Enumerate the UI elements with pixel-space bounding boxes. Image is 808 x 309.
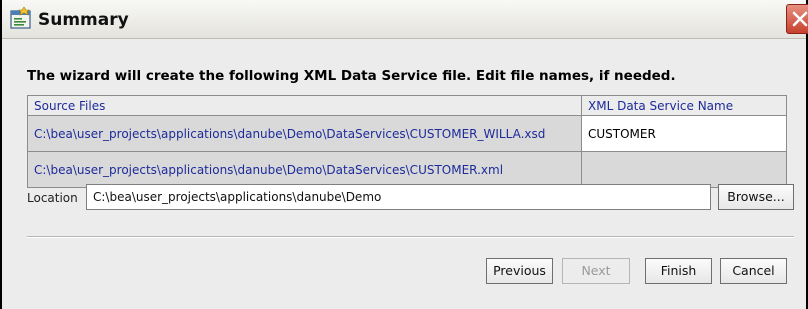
summary-dialog: Summary The wizard will create the follo… <box>0 0 808 309</box>
location-label: Location <box>27 191 78 205</box>
next-button: Next <box>562 258 630 284</box>
instruction-heading: The wizard will create the following XML… <box>27 68 676 84</box>
table-row[interactable]: C:\bea\user_projects\applications\danube… <box>27 115 787 152</box>
table-header-row: Source Files XML Data Service Name <box>27 95 787 116</box>
location-input[interactable]: C:\bea\user_projects\applications\danube… <box>86 184 711 210</box>
dialog-content: The wizard will create the following XML… <box>2 39 806 309</box>
window-title: Summary <box>38 10 129 30</box>
title-bar: Summary <box>2 0 808 39</box>
service-name-cell <box>581 151 787 188</box>
wizard-app-icon <box>8 6 34 32</box>
separator <box>27 236 794 238</box>
source-file-cell[interactable]: C:\bea\user_projects\applications\danube… <box>27 115 582 152</box>
service-name-cell[interactable]: CUSTOMER <box>581 115 787 152</box>
column-header-source-files[interactable]: Source Files <box>27 95 582 116</box>
close-icon <box>792 11 808 27</box>
column-header-service-name[interactable]: XML Data Service Name <box>581 95 787 116</box>
finish-button[interactable]: Finish <box>645 258 712 284</box>
source-file-cell[interactable]: C:\bea\user_projects\applications\danube… <box>27 151 582 188</box>
cancel-button[interactable]: Cancel <box>720 258 787 284</box>
files-table: Source Files XML Data Service Name C:\be… <box>27 95 787 188</box>
browse-button[interactable]: Browse... <box>718 184 794 210</box>
close-button[interactable] <box>786 4 808 34</box>
previous-button[interactable]: Previous <box>486 258 553 284</box>
table-row[interactable]: C:\bea\user_projects\applications\danube… <box>27 151 787 188</box>
